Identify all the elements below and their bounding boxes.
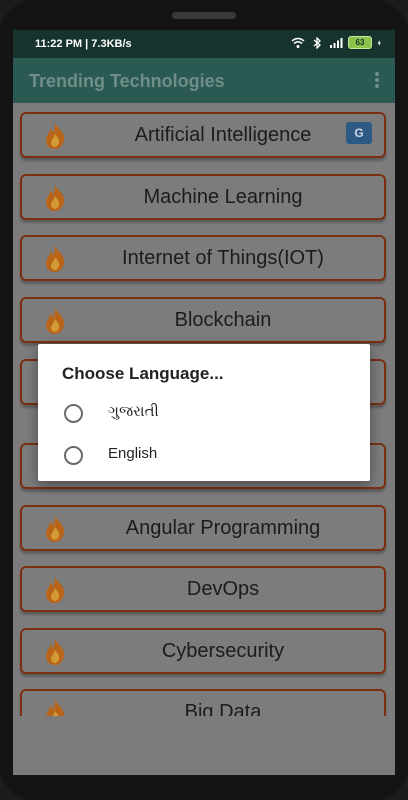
flame-icon (46, 700, 65, 716)
list-item-label: Big Data (184, 701, 262, 716)
bottom-blank-area (13, 716, 395, 775)
status-icons: 63 (291, 36, 385, 49)
list-item-label: Artificial Intelligence (134, 124, 312, 146)
signal-icon (330, 37, 343, 48)
translate-icon[interactable]: G (346, 122, 372, 144)
status-bar: 11:22 PM | 7.3KB/s 63 (13, 30, 395, 58)
dialog-title: Choose Language... (62, 364, 224, 383)
list-item-label: Internet of Things(IOT) (122, 247, 324, 269)
language-option-gujarati[interactable]: ગુજરાતી (62, 400, 352, 430)
option-label: ગુજરાતી (108, 403, 159, 420)
list-item[interactable]: Angular Programming (20, 505, 386, 551)
wifi-icon (291, 37, 305, 48)
list-item-label: Cybersecurity (161, 640, 285, 662)
list-item[interactable]: Internet of Things(IOT) (20, 235, 386, 281)
app-title: Trending Technologies (29, 71, 225, 91)
list-item[interactable]: Machine Learning (20, 174, 386, 220)
option-label: English (108, 445, 158, 462)
list-item[interactable]: DevOps (20, 566, 386, 612)
speaker-grille (172, 12, 236, 19)
flame-icon (46, 246, 65, 272)
list-item[interactable]: Blockchain (20, 297, 386, 343)
list-item[interactable]: Artificial Intelligence G (20, 112, 386, 158)
flame-icon (46, 308, 65, 334)
list-item-label: Angular Programming (125, 517, 321, 539)
list-item-label: Blockchain (174, 309, 272, 331)
list-item[interactable]: Cybersecurity (20, 628, 386, 674)
list-item[interactable]: Big Data (20, 689, 386, 716)
radio-button[interactable] (64, 446, 83, 465)
flame-icon (46, 185, 65, 211)
language-dialog: Choose Language... ગુજરાતી English (38, 344, 370, 481)
list-item-label: Machine Learning (143, 186, 303, 208)
radio-button[interactable] (64, 404, 83, 423)
bluetooth-icon (313, 36, 321, 49)
flame-icon (46, 123, 65, 149)
navigation-bar (0, 775, 408, 800)
charging-icon (377, 39, 381, 46)
status-time: 11:22 PM | 7.3KB/s (35, 38, 132, 50)
list-item-label: DevOps (186, 578, 260, 600)
overflow-menu-icon[interactable] (373, 70, 381, 90)
language-option-english[interactable]: English (62, 442, 352, 472)
flame-icon (46, 639, 65, 665)
app-bar: Trending Technologies (13, 58, 395, 103)
flame-icon (46, 516, 65, 542)
battery-icon: 63 (348, 36, 372, 49)
flame-icon (46, 577, 65, 603)
screen: 11:22 PM | 7.3KB/s 63 Trending Technolog… (13, 30, 395, 775)
phone-frame: 11:22 PM | 7.3KB/s 63 Trending Technolog… (0, 0, 408, 800)
